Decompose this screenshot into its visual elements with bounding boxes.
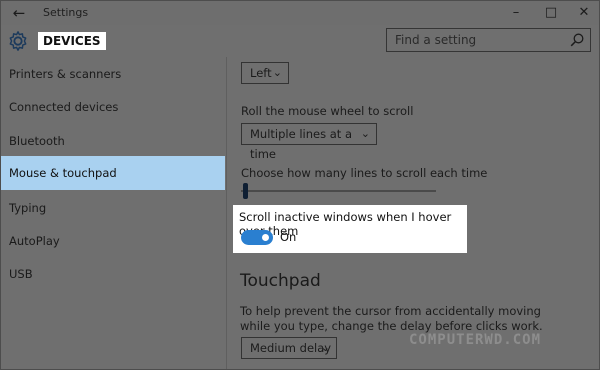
- touchpad-description: To help prevent the cursor from accident…: [240, 304, 543, 333]
- primary-button-value: Left: [250, 66, 272, 80]
- sidebar-item-usb[interactable]: USB: [1, 257, 225, 291]
- sidebar-item-connected-devices[interactable]: Connected devices: [1, 90, 225, 124]
- sidebar-item-printers-scanners[interactable]: Printers & scanners: [1, 57, 225, 91]
- sidebar-item-bluetooth[interactable]: Bluetooth: [1, 124, 225, 158]
- search-input[interactable]: Find a setting: [386, 28, 591, 52]
- sidebar-nav: Printers & scanners Connected devices Bl…: [1, 57, 225, 369]
- sidebar-item-autoplay[interactable]: AutoPlay: [1, 224, 225, 258]
- inactive-scroll-toggle[interactable]: [241, 230, 273, 245]
- page-heading: DEVICES: [38, 32, 106, 50]
- scroll-wheel-dropdown[interactable]: Multiple lines at a time ⌄: [241, 123, 377, 161]
- touchpad-delay-value: Medium delay: [250, 341, 332, 355]
- sidebar-item-mouse-touchpad[interactable]: Mouse & touchpad: [1, 156, 225, 190]
- search-icon[interactable]: [569, 32, 585, 48]
- maximize-button[interactable]: □: [536, 1, 566, 25]
- lines-to-scroll-label: Choose how many lines to scroll each tim…: [241, 166, 488, 180]
- title-bar: ← Settings – □ ✕: [1, 1, 599, 25]
- search-placeholder: Find a setting: [395, 33, 477, 47]
- chevron-down-icon: ⌄: [360, 127, 370, 140]
- sidebar-item-typing[interactable]: Typing: [1, 191, 225, 225]
- chevron-down-icon: ⌄: [320, 341, 330, 354]
- arrow-left-icon: ←: [12, 4, 26, 22]
- touchpad-delay-dropdown[interactable]: Medium delay ⌄: [241, 337, 337, 359]
- toggle-state-label: On: [280, 230, 297, 244]
- minimize-button[interactable]: –: [501, 1, 531, 25]
- scroll-wheel-value: Multiple lines at a time: [250, 127, 352, 161]
- inactive-scroll-setting: Scroll inactive windows when I hover ove…: [233, 205, 467, 253]
- touchpad-section-title: Touchpad: [240, 271, 321, 291]
- chevron-down-icon: ⌄: [272, 66, 282, 79]
- back-button[interactable]: ←: [7, 3, 31, 23]
- lines-to-scroll-slider[interactable]: [241, 190, 436, 192]
- settings-window: ← Settings – □ ✕ DEVICES Find a setting …: [0, 0, 600, 370]
- watermark: COMPUTERWD.COM: [409, 332, 542, 348]
- pane-divider: [226, 57, 227, 369]
- primary-button-dropdown[interactable]: Left ⌄: [241, 62, 289, 84]
- toggle-knob: [262, 234, 269, 241]
- window-title: Settings: [43, 6, 89, 19]
- inactive-scroll-label: Scroll inactive windows when I hover ove…: [239, 210, 452, 238]
- scroll-wheel-label: Roll the mouse wheel to scroll: [241, 104, 414, 118]
- gear-icon: [9, 31, 27, 51]
- close-button[interactable]: ✕: [569, 1, 599, 25]
- slider-thumb[interactable]: [243, 183, 248, 199]
